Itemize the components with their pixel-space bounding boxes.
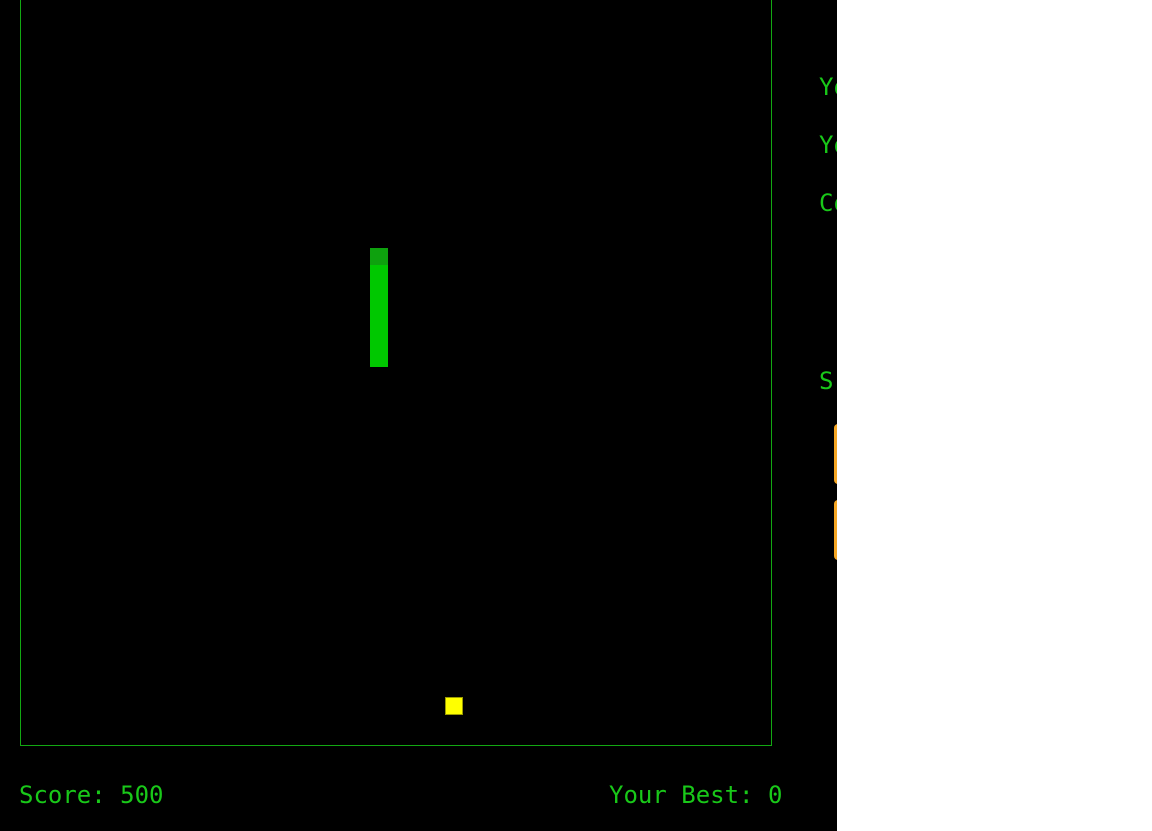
snake: [370, 248, 388, 367]
snake-segment: [370, 299, 388, 316]
snake-segment: [370, 333, 388, 350]
snake-segment: [370, 282, 388, 299]
blank-overlay-panel: [837, 0, 1152, 831]
snake-head: [370, 248, 388, 265]
side-panel-text-3: Co: [819, 189, 837, 217]
side-panel-text-1: Yo: [819, 73, 837, 101]
side-panel-text-4: S: [819, 367, 834, 395]
best-score-label: Your Best: 0: [609, 781, 783, 809]
game-board[interactable]: [20, 0, 772, 746]
snake-segment: [370, 316, 388, 333]
snake-segment: [370, 265, 388, 282]
snake-segment: [370, 350, 388, 367]
score-label: Score: 500: [19, 781, 164, 809]
side-panel-text-2: Yo: [819, 131, 837, 159]
game-viewport: Score: 500 Your Best: 0 Yo Yo Co S: [0, 0, 837, 831]
food-pellet: [445, 697, 463, 715]
